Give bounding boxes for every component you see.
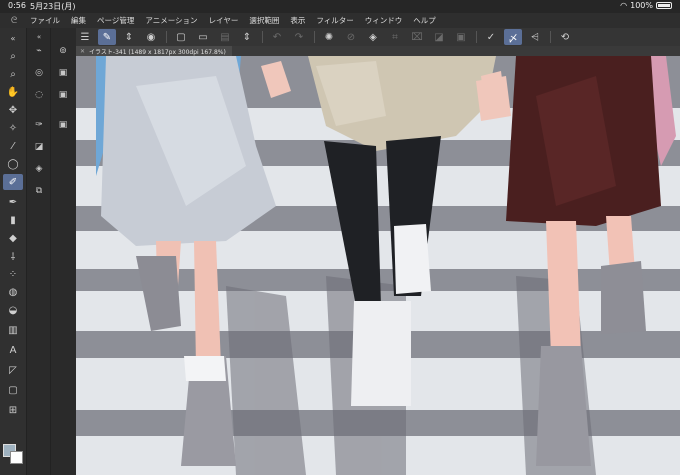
loading-icon[interactable]: ✺ — [320, 29, 338, 45]
select-brush-icon[interactable]: ◪ — [30, 140, 48, 154]
document-title: イラスト-341 (1489 x 1817px 300dpi 167.8%) — [89, 48, 226, 56]
redo-icon[interactable]: ↷ — [290, 29, 308, 45]
sub-color-swatch[interactable] — [10, 451, 23, 464]
frame-icon[interactable]: ▢ — [3, 382, 23, 398]
menu-edit[interactable]: 編集 — [71, 15, 86, 26]
lasso-icon[interactable]: ◯ — [3, 156, 23, 172]
collapse-icon[interactable]: « — [30, 30, 48, 44]
menu-selection[interactable]: 選択範囲 — [249, 15, 279, 26]
battery-icon — [656, 2, 672, 9]
brush-icon[interactable]: ✐ — [3, 174, 23, 190]
zoom-icon[interactable]: ⌕ — [3, 66, 23, 82]
status-indicators: ◠ 100% — [620, 1, 672, 10]
magic-wand-icon[interactable]: ✧ — [3, 120, 23, 136]
clip-studio-logo-icon[interactable]: ᘓ — [6, 16, 22, 26]
menu-layer[interactable]: レイヤー — [209, 15, 239, 26]
document-tab-row: ✕ イラスト-341 (1489 x 1817px 300dpi 167.8%) — [76, 46, 680, 56]
eyedropper-icon[interactable]: ⁄ — [3, 138, 23, 154]
blend-icon[interactable]: ⸸ — [3, 248, 23, 264]
menu-file[interactable]: ファイル — [30, 15, 60, 26]
hamburger-menu-icon[interactable]: ☰ — [76, 29, 94, 45]
marker-icon[interactable]: ▮ — [3, 212, 23, 228]
gradient-icon[interactable]: ◪ — [430, 29, 448, 45]
toolbar-divider — [314, 31, 315, 43]
transform-icon[interactable]: ⌗ — [386, 29, 404, 45]
menu-page[interactable]: ページ管理 — [97, 15, 134, 26]
lasso-alt-icon[interactable]: ◌ — [30, 88, 48, 102]
brush-preset-icon[interactable]: ⌁ — [30, 44, 48, 58]
eye-icon[interactable]: ◉ — [142, 29, 160, 45]
color-swatch[interactable] — [3, 444, 23, 464]
command-bar: ☰ ✎ ⇕ ◉ ▢ ▭ ▤ ⇕ ↶ ↷ ✺ ⊘ ◈ ⌗ ⌧ ◪ ▣ ✓ 〆 ⩤ … — [76, 28, 680, 46]
menu-view[interactable]: 表示 — [290, 15, 305, 26]
toolbar-divider — [476, 31, 477, 43]
move-icon[interactable]: ✥ — [3, 102, 23, 118]
sub-tool-palette: « ⌁ ◎ ◌ ✑ ◪ ◈ ⧉ — [26, 28, 50, 475]
stabilizer-pen-icon[interactable]: 〆 — [504, 29, 522, 45]
arrows-updown-icon[interactable]: ⇕ — [120, 29, 138, 45]
fill-bucket-icon[interactable]: ◒ — [3, 302, 23, 318]
text-icon[interactable]: A — [3, 342, 23, 358]
layer-border-icon[interactable]: ⊞ — [3, 402, 23, 418]
toolbar-divider — [166, 31, 167, 43]
layer-icon[interactable]: ▣ — [54, 88, 72, 102]
ruler-pen-icon[interactable]: ✓ — [482, 29, 500, 45]
tool-palette: « ⌕ ⌕ ✋ ✥ ✧ ⁄ ◯ ✐ ✒ ▮ ◆ ⸸ ⁘ ◍ ◒ ▥ A ◸ ▢ … — [0, 28, 26, 475]
clear-icon[interactable]: ⊘ — [342, 29, 360, 45]
pen-icon[interactable]: ✎ — [98, 29, 116, 45]
date: 5月23日(月) — [30, 2, 76, 11]
battery-percent: 100% — [630, 1, 653, 10]
settings-icon[interactable]: ⟲ — [556, 29, 574, 45]
menu-animation[interactable]: アニメーション — [145, 15, 197, 26]
ruler-icon[interactable]: ⩤ — [526, 29, 544, 45]
toolbar-divider — [262, 31, 263, 43]
layer-icon[interactable]: ▣ — [54, 66, 72, 80]
undo-icon[interactable]: ↶ — [268, 29, 286, 45]
crop-icon[interactable]: ⌧ — [408, 29, 426, 45]
layer-icon[interactable]: ◈ — [30, 162, 48, 176]
close-icon[interactable]: ✕ — [80, 48, 85, 55]
eraser-icon[interactable]: ◆ — [3, 230, 23, 246]
toolbar-divider — [550, 31, 551, 43]
lock-icon[interactable]: ⊚ — [54, 44, 72, 58]
ruler-tool-icon[interactable]: ◸ — [3, 362, 23, 378]
spray-icon[interactable]: ⁘ — [3, 266, 23, 282]
wifi-icon: ◠ — [620, 1, 628, 10]
lasso-preset-icon[interactable]: ◎ — [30, 66, 48, 80]
zoom-search-icon[interactable]: ⌕ — [3, 48, 23, 64]
clock: 0:56 — [8, 1, 26, 10]
menu-filter[interactable]: フィルター — [316, 15, 353, 26]
droplet-icon[interactable]: ◍ — [3, 284, 23, 300]
sub-tool-options: ⊚ ▣ ▣ ▣ — [50, 28, 76, 475]
layers-icon[interactable]: ⧉ — [30, 184, 48, 198]
layer-icon[interactable]: ▣ — [54, 118, 72, 132]
save-icon[interactable]: ▤ — [216, 29, 234, 45]
pen-icon[interactable]: ✒ — [3, 194, 23, 210]
menu-help[interactable]: ヘルプ — [413, 15, 436, 26]
gradient-icon[interactable]: ▥ — [3, 322, 23, 338]
new-file-icon[interactable]: ▢ — [172, 29, 190, 45]
canvas[interactable] — [76, 56, 680, 475]
collapse-icon[interactable]: « — [3, 30, 23, 46]
status-bar: 0:56 5月23日(月) ◠ 100% — [0, 0, 680, 13]
menu-bar: ᘓ ファイル 編集 ページ管理 アニメーション レイヤー 選択範囲 表示 フィル… — [0, 13, 680, 28]
artwork — [76, 56, 680, 475]
fill-icon[interactable]: ◈ — [364, 29, 382, 45]
pen-preset-icon[interactable]: ✑ — [30, 118, 48, 132]
hand-icon[interactable]: ✋ — [3, 84, 23, 100]
selection-icon[interactable]: ▣ — [452, 29, 470, 45]
menu-window[interactable]: ウィンドウ — [365, 15, 403, 26]
open-folder-icon[interactable]: ▭ — [194, 29, 212, 45]
arrows-updown-icon[interactable]: ⇕ — [238, 29, 256, 45]
document-tab[interactable]: ✕ イラスト-341 (1489 x 1817px 300dpi 167.8%) — [76, 46, 232, 56]
